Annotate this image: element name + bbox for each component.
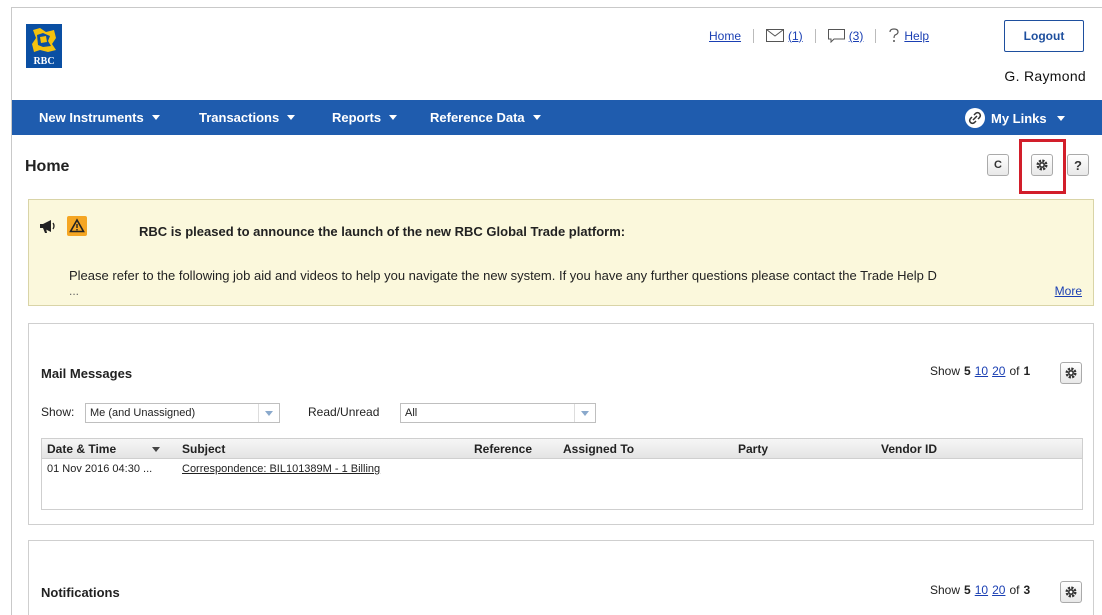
col-subject[interactable]: Subject — [182, 442, 225, 456]
mail-table: Date & Time Subject Reference Assigned T… — [41, 438, 1083, 510]
read-filter-select[interactable]: All — [400, 403, 596, 423]
settings-highlight-box — [1019, 139, 1066, 194]
notifications-panel: Notifications Show 5 10 20 of 3 — [28, 540, 1094, 615]
mail-messages-panel: Mail Messages Show 5 10 20 of 1 Show: Me… — [28, 323, 1094, 525]
more-link[interactable]: More — [1055, 284, 1082, 298]
show-filter-select[interactable]: Me (and Unassigned) — [85, 403, 280, 423]
col-date-time[interactable]: Date & Time — [47, 442, 161, 456]
main-nav-bar: New Instruments Transactions Reports Ref… — [12, 100, 1102, 135]
of-label: of — [1009, 583, 1020, 597]
help-question-icon — [889, 28, 899, 42]
page-title: Home — [25, 158, 70, 175]
of-label: of — [1009, 364, 1020, 378]
chat-link[interactable]: (3) — [827, 28, 864, 43]
show-label: Show — [930, 583, 961, 597]
envelope-icon — [766, 29, 785, 42]
warning-icon — [67, 216, 87, 236]
gear-icon — [1065, 586, 1077, 598]
page-size-20-link[interactable]: 20 — [992, 583, 1005, 597]
table-row[interactable]: 01 Nov 2016 04:30 ... Correspondence: BI… — [42, 460, 1082, 478]
mail-link[interactable]: (1) — [766, 29, 803, 43]
divider — [875, 28, 877, 43]
nav-label: New Instruments — [39, 110, 144, 125]
chevron-down-icon — [1056, 115, 1065, 121]
mail-count[interactable]: (1) — [788, 29, 803, 43]
nav-reference-data[interactable]: Reference Data — [430, 110, 541, 125]
nav-label: Reports — [332, 110, 382, 125]
show-filter-value: Me (and Unassigned) — [90, 407, 196, 419]
chevron-down-icon — [258, 404, 279, 422]
chevron-down-icon — [151, 115, 160, 120]
show-label: Show — [930, 364, 961, 378]
sort-down-icon — [152, 447, 161, 453]
col-assigned-to[interactable]: Assigned To — [563, 442, 634, 456]
col-reference[interactable]: Reference — [474, 442, 532, 456]
row-date: 01 Nov 2016 04:30 ... — [47, 463, 153, 475]
announcement-banner — [28, 199, 1094, 306]
mail-page-size-control: Show 5 10 20 of 1 — [930, 364, 1030, 378]
nav-label: Reference Data — [430, 110, 525, 125]
chevron-down-icon — [287, 115, 296, 120]
divider — [814, 28, 816, 43]
rbc-logo[interactable]: RBC — [26, 24, 62, 68]
mail-panel-title: Mail Messages — [41, 366, 133, 381]
megaphone-icon — [40, 220, 55, 233]
nav-reports[interactable]: Reports — [332, 110, 398, 125]
link-icon — [965, 108, 985, 128]
user-name: G. Raymond — [1004, 68, 1086, 84]
row-subject-link[interactable]: Correspondence: BIL101389M - 1 Billing — [182, 463, 380, 475]
my-links-label: My Links — [991, 110, 1047, 126]
help-button[interactable]: ? — [1067, 154, 1089, 176]
chevron-down-icon — [532, 115, 541, 120]
filter-show-label: Show: — [41, 405, 75, 419]
page-size-10-link[interactable]: 10 — [975, 583, 988, 597]
total-pages: 1 — [1023, 364, 1031, 378]
filter-read-label: Read/Unread — [308, 405, 380, 419]
col-label: Date & Time — [47, 442, 117, 456]
col-vendor-id[interactable]: Vendor ID — [881, 442, 937, 456]
page-size-current: 5 — [964, 364, 971, 378]
nav-new-instruments[interactable]: New Instruments — [39, 110, 160, 125]
page-size-current: 5 — [964, 583, 971, 597]
chevron-down-icon — [574, 404, 595, 422]
help-link[interactable]: Help — [888, 28, 929, 43]
notifications-page-size-control: Show 5 10 20 of 3 — [930, 583, 1030, 597]
refresh-button[interactable]: C — [987, 154, 1009, 176]
divider — [753, 28, 755, 43]
announcement-body: Please refer to the following job aid an… — [69, 268, 937, 283]
announcement-heading: RBC is pleased to announce the launch of… — [139, 224, 626, 239]
total-pages: 3 — [1023, 583, 1031, 597]
logout-button[interactable]: Logout — [1004, 20, 1084, 52]
top-utility-links: Home (1) (3) Help — [709, 28, 929, 43]
nav-my-links[interactable]: My Links — [965, 108, 1065, 128]
chat-count[interactable]: (3) — [849, 29, 864, 43]
chevron-down-icon — [389, 115, 398, 120]
chat-bubble-icon — [827, 28, 845, 43]
app-window: RBC Home (1) (3) Help Logout G. Raymond … — [11, 7, 1102, 615]
mail-settings-button[interactable] — [1060, 362, 1082, 384]
announcement-ellipsis: ... — [69, 284, 80, 298]
table-header: Date & Time Subject Reference Assigned T… — [42, 439, 1082, 459]
gear-icon — [1065, 367, 1077, 379]
svg-text:RBC: RBC — [33, 56, 54, 67]
page-size-10-link[interactable]: 10 — [975, 364, 988, 378]
nav-transactions[interactable]: Transactions — [199, 110, 296, 125]
col-party[interactable]: Party — [738, 442, 768, 456]
nav-label: Transactions — [199, 110, 280, 125]
page-size-20-link[interactable]: 20 — [992, 364, 1005, 378]
notifications-panel-title: Notifications — [41, 585, 120, 600]
help-link-label[interactable]: Help — [904, 29, 929, 43]
notifications-settings-button[interactable] — [1060, 581, 1082, 603]
refresh-icon: C — [994, 159, 1002, 171]
read-filter-value: All — [405, 407, 418, 419]
help-question-icon: ? — [1074, 157, 1082, 173]
home-link[interactable]: Home — [709, 29, 741, 43]
